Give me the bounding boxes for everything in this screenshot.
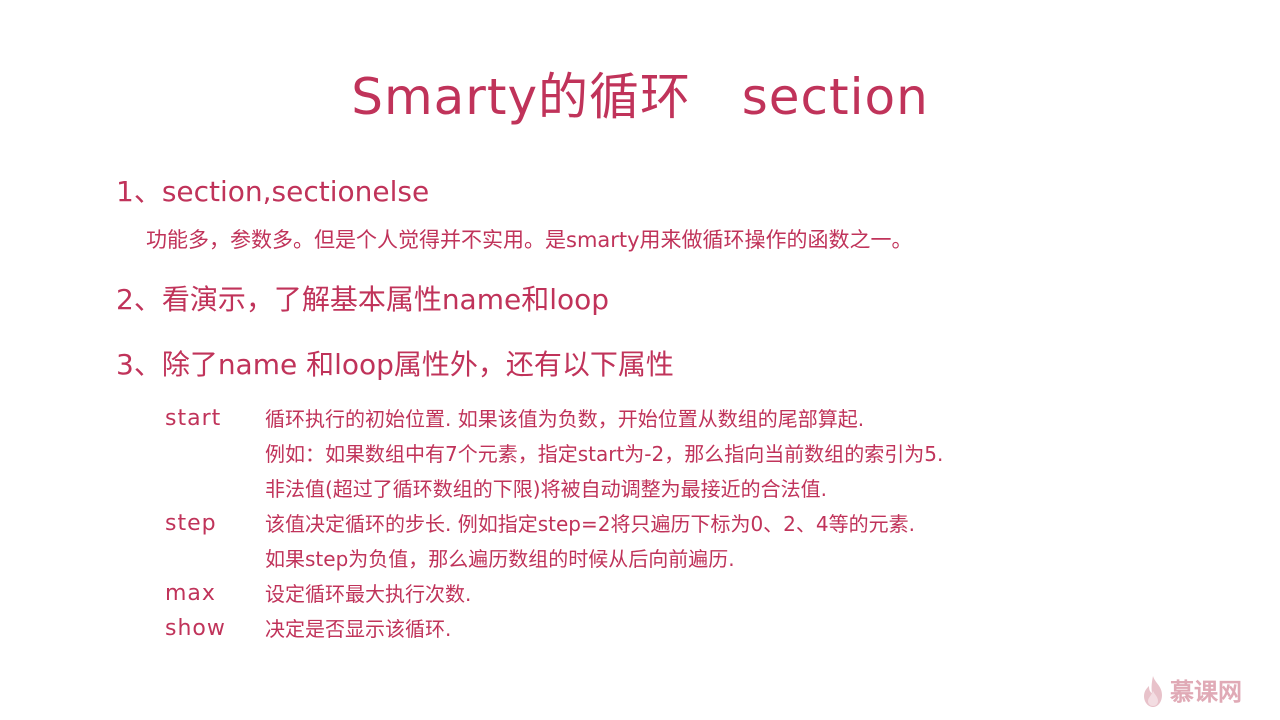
property-term-start: start: [165, 406, 222, 431]
property-start-line-1: 循环执行的初始位置. 如果该值为负数，开始位置从数组的尾部算起.: [265, 407, 865, 431]
property-term-show: show: [165, 616, 226, 641]
flame-icon: [1144, 676, 1162, 707]
property-max-line-1: 设定循环最大执行次数.: [265, 582, 472, 606]
property-show-line-1: 决定是否显示该循环.: [265, 617, 452, 641]
slide-title: Smarty的循环 section: [351, 68, 929, 126]
logo-text: 慕课网: [1170, 678, 1242, 706]
slide: Smarty的循环 section 1、section,sectionelse …: [0, 0, 1280, 720]
property-term-step: step: [165, 511, 217, 536]
property-term-max: max: [165, 581, 216, 606]
item-heading-2: 2、看演示，了解基本属性name和loop: [116, 283, 610, 316]
logo: 慕课网: [1140, 672, 1242, 712]
item-heading-3: 3、除了name 和loop属性外，还有以下属性: [116, 348, 674, 381]
property-step-line-2: 如果step为负值，那么遍历数组的时候从后向前遍历.: [265, 547, 735, 571]
property-step-line-1: 该值决定循环的步长. 例如指定step=2将只遍历下标为0、2、4等的元素.: [265, 512, 915, 536]
property-start-line-3: 非法值(超过了循环数组的下限)将被自动调整为最接近的合法值.: [265, 477, 827, 501]
item-heading-1: 1、section,sectionelse: [116, 175, 430, 208]
item-description-1: 功能多，参数多。但是个人觉得并不实用。是smarty用来做循环操作的函数之一。: [146, 228, 913, 252]
property-start-line-2: 例如：如果数组中有7个元素，指定start为-2，那么指向当前数组的索引为5.: [265, 442, 944, 466]
